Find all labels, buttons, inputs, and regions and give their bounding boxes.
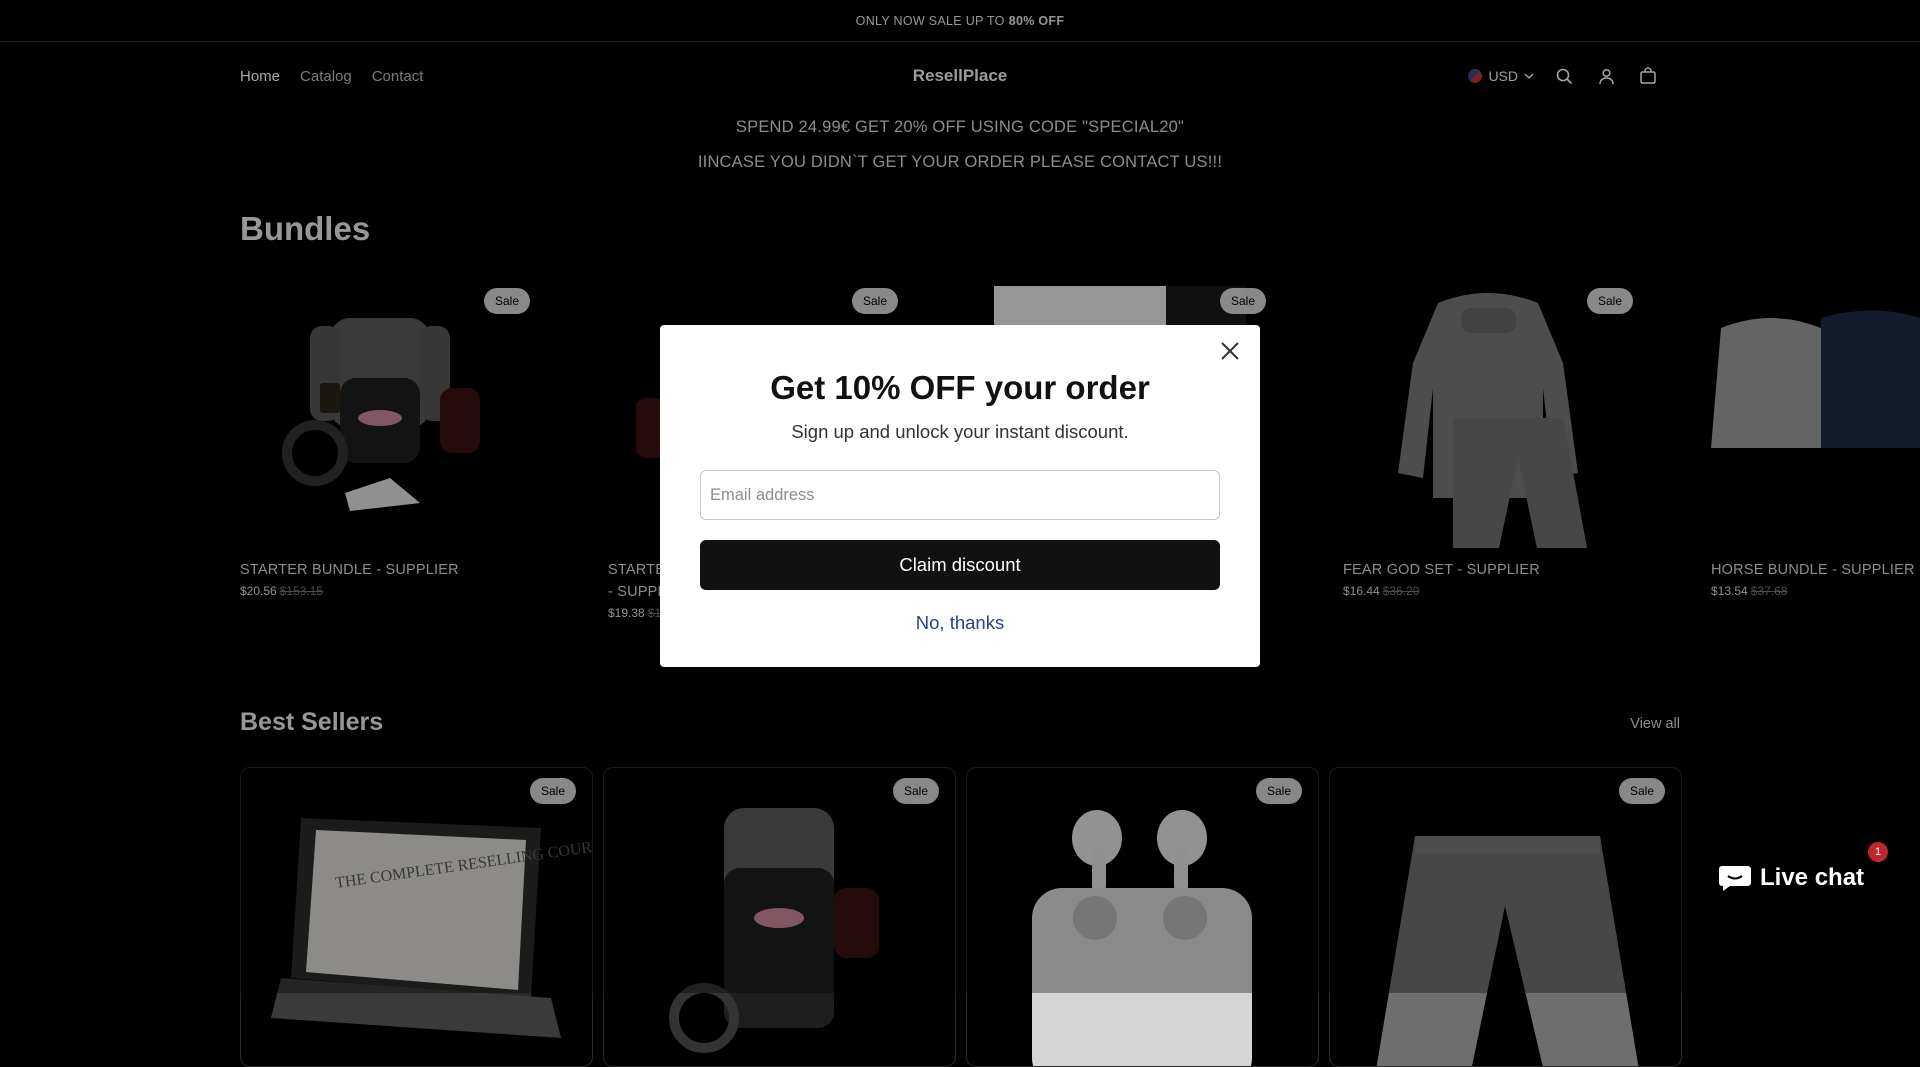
- discount-modal: Get 10% OFF your order Sign up and unloc…: [660, 325, 1260, 667]
- chat-count-badge: 1: [1868, 842, 1888, 862]
- email-field[interactable]: [700, 470, 1220, 520]
- claim-discount-button[interactable]: Claim discount: [700, 540, 1220, 590]
- no-thanks-link[interactable]: No, thanks: [660, 612, 1260, 634]
- close-icon[interactable]: [1216, 337, 1244, 365]
- live-chat-label: Live chat: [1760, 864, 1864, 892]
- chat-icon: [1718, 863, 1752, 893]
- modal-title: Get 10% OFF your order: [660, 369, 1260, 407]
- live-chat-button[interactable]: Live chat 1: [1718, 856, 1890, 900]
- modal-subtitle: Sign up and unlock your instant discount…: [660, 421, 1260, 443]
